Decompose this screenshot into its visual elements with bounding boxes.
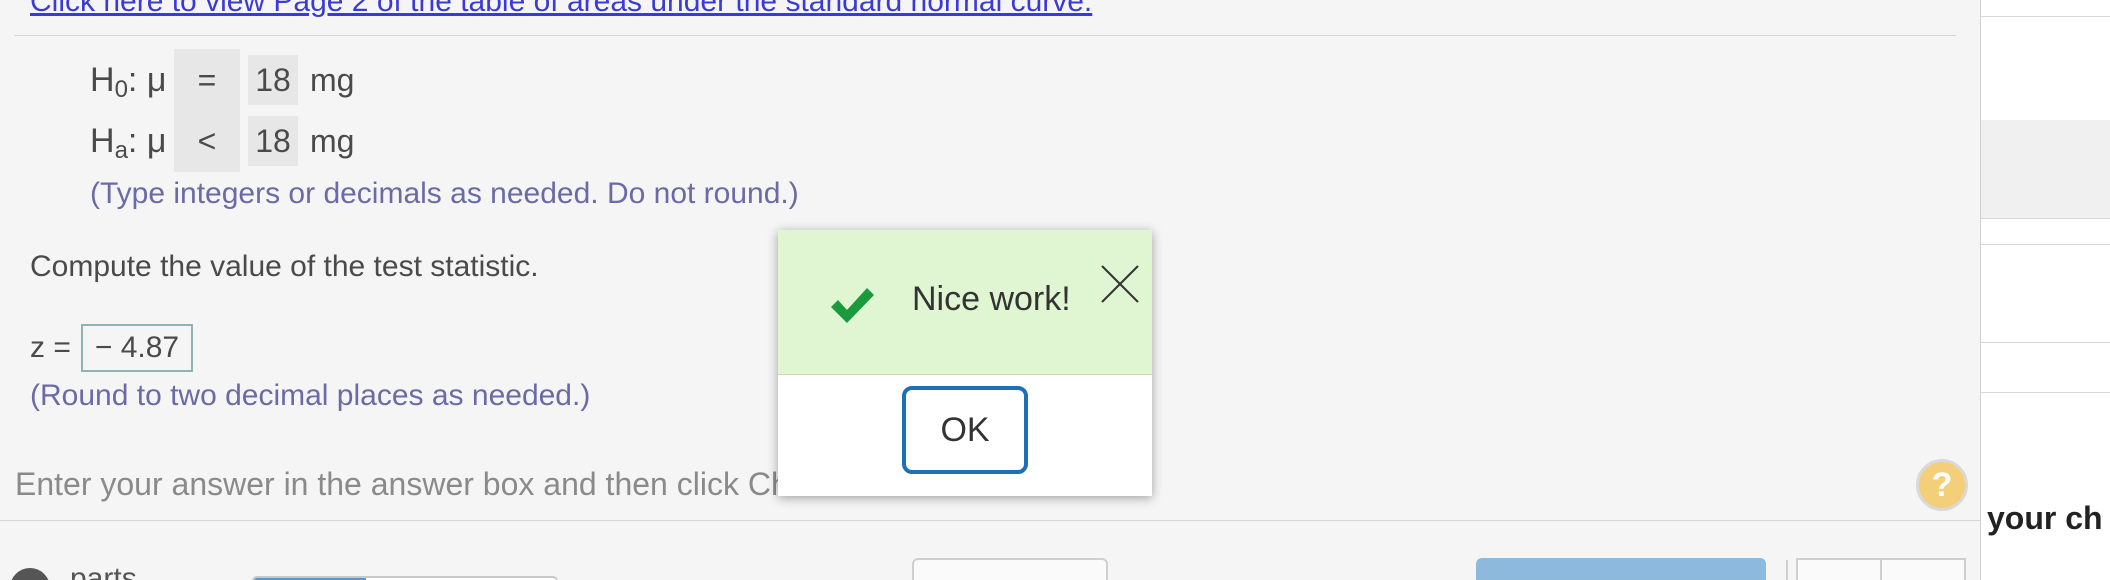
null-operator-select[interactable]: = (174, 49, 240, 111)
normal-table-page2-link[interactable]: Click here to view Page 2 of the table o… (30, 0, 1092, 19)
z-label: z = (30, 331, 71, 364)
question-mark-icon: ? (1931, 465, 1953, 504)
footer-divider (0, 520, 1980, 521)
parts-progress-bar (252, 576, 558, 580)
help-button[interactable]: ? (1916, 459, 1968, 511)
close-icon[interactable] (1098, 262, 1142, 306)
check-answer-button[interactable] (1476, 558, 1766, 580)
footer-button[interactable] (912, 558, 1108, 580)
dialog-message: Nice work! (912, 280, 1071, 318)
hypothesis-hint: (Type integers or decimals as needed. Do… (90, 177, 799, 210)
sidebar-divider (1981, 392, 2110, 393)
right-sidebar: your ch (1980, 0, 2110, 580)
z-answer-input[interactable]: − 4.87 (80, 324, 194, 372)
sidebar-divider (1981, 218, 2110, 219)
ok-button[interactable]: OK (902, 386, 1028, 474)
sidebar-divider (1981, 342, 2110, 343)
parts-label: parts (70, 562, 137, 580)
feedback-dialog: Nice work! OK (778, 230, 1152, 496)
alt-value-input[interactable]: 18 (248, 116, 298, 166)
alt-operator-select[interactable]: < (174, 110, 240, 172)
alt-hypothesis-label: Ha: μ (90, 121, 167, 164)
alt-unit: mg (310, 122, 355, 159)
null-hypothesis-label: H0: μ (90, 60, 167, 103)
alt-hypothesis-row: Ha: μ < 18 mg (90, 110, 355, 172)
statistic-prompt: Compute the value of the test statistic. (30, 250, 539, 283)
divider (14, 35, 1956, 36)
sidebar-panel (1981, 120, 2110, 218)
sidebar-text: your ch (1987, 500, 2103, 536)
parts-status-icon (10, 568, 50, 580)
null-unit: mg (310, 61, 355, 98)
z-answer-row: z = − 4.87 (30, 324, 194, 372)
footer-nav-button[interactable] (1796, 558, 1882, 580)
checkmark-icon (831, 288, 874, 323)
null-hypothesis-row: H0: μ = 18 mg (90, 49, 355, 111)
dialog-header: Nice work! (778, 230, 1152, 375)
null-value-input[interactable]: 18 (248, 55, 298, 105)
sidebar-divider (1981, 244, 2110, 245)
z-hint: (Round to two decimal places as needed.) (30, 379, 591, 412)
footer-separator (1786, 560, 1788, 580)
footer-nav-button[interactable] (1880, 558, 1966, 580)
sidebar-divider (1981, 16, 2110, 17)
